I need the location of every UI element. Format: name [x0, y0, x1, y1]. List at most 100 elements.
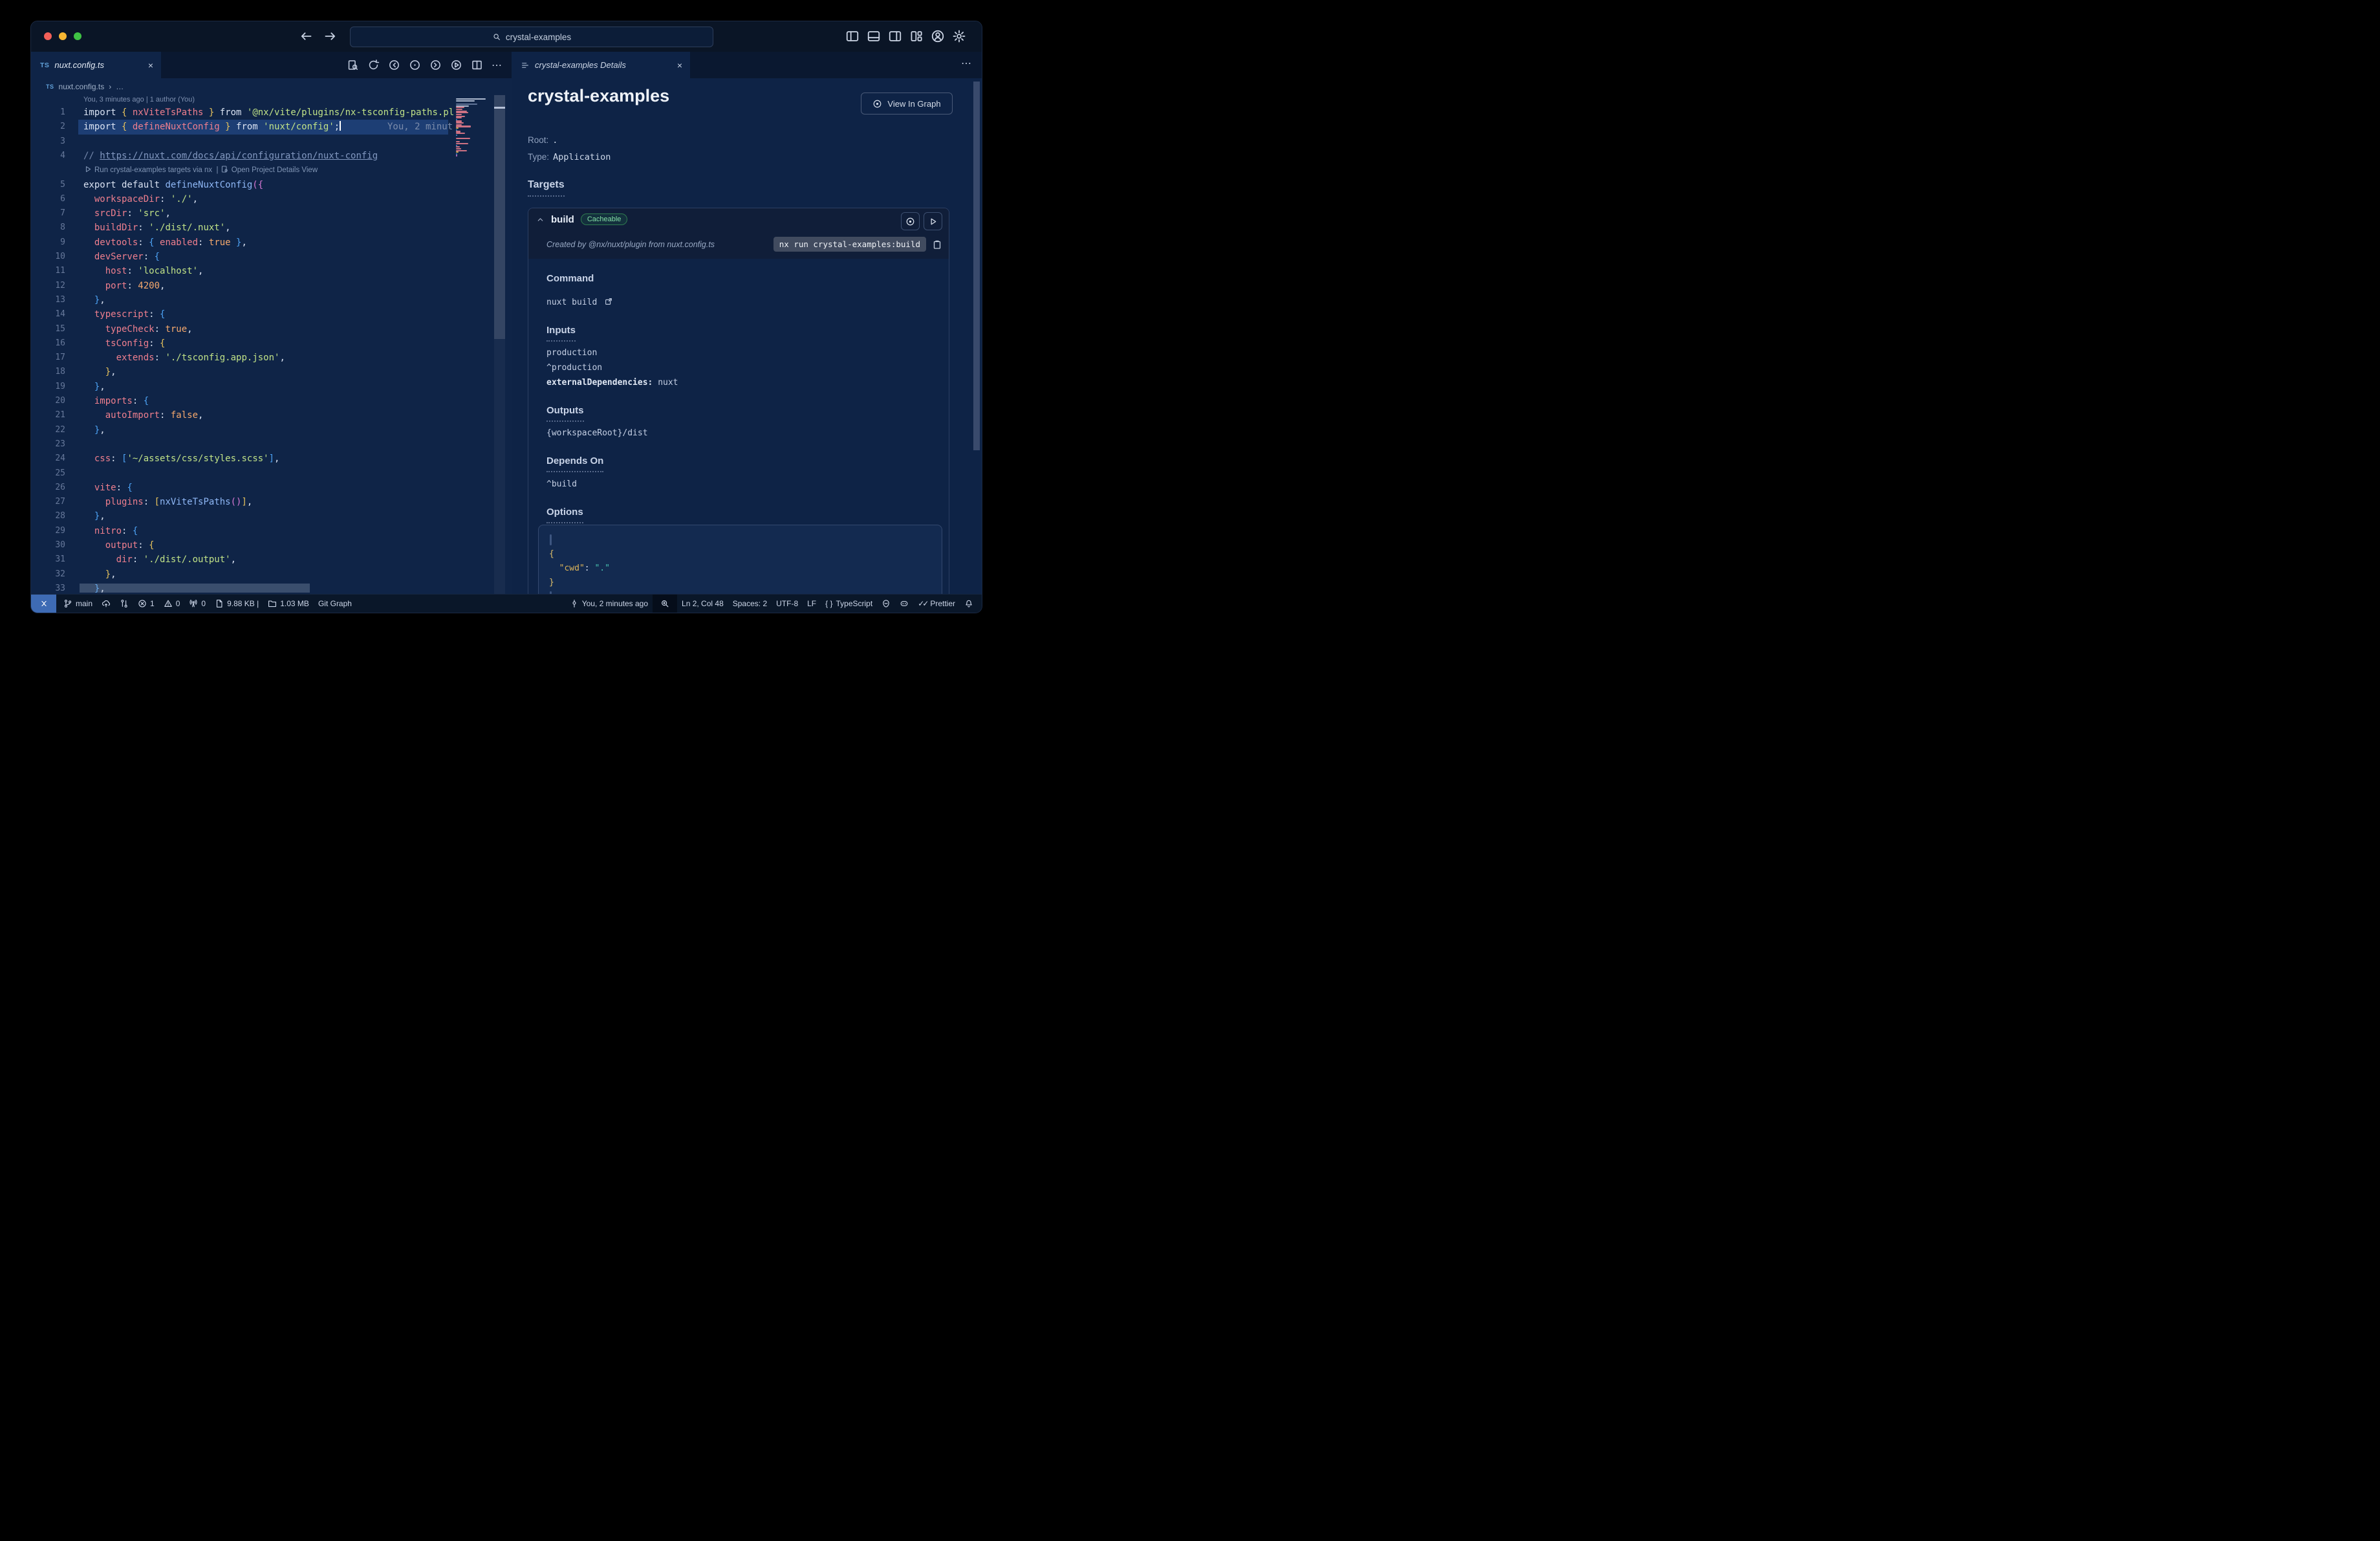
- status-compare[interactable]: [115, 595, 133, 613]
- code-line-29[interactable]: 29 nitro: {: [31, 524, 512, 538]
- status-indentation[interactable]: Spaces: 2: [728, 595, 772, 613]
- breadcrumb-more[interactable]: …: [116, 82, 124, 91]
- status-zoom[interactable]: [653, 595, 678, 613]
- code-line-26[interactable]: 26 vite: {: [31, 481, 512, 495]
- collapse-chevron-icon[interactable]: [536, 215, 545, 224]
- navigate-forward-icon[interactable]: [323, 29, 338, 43]
- code-line-2[interactable]: 2 import { defineNuxtConfig } from 'nuxt/…: [31, 120, 512, 135]
- status-branch[interactable]: main: [59, 595, 97, 613]
- navigate-back-icon[interactable]: [299, 29, 313, 43]
- run-target-button[interactable]: [924, 212, 942, 230]
- code-line-12[interactable]: 12 port: 4200,: [31, 279, 512, 293]
- status-git-graph[interactable]: Git Graph: [314, 595, 356, 613]
- status-prettier[interactable]: ✓✓ Prettier: [913, 595, 960, 613]
- copy-command-icon[interactable]: [932, 239, 942, 250]
- remote-indicator[interactable]: [31, 595, 56, 613]
- customize-layout-icon[interactable]: [909, 29, 924, 43]
- code-line-18[interactable]: 18 },: [31, 365, 512, 379]
- status-sync[interactable]: [97, 595, 115, 613]
- minimize-window-button[interactable]: [59, 32, 67, 40]
- code-line-32[interactable]: 32 },: [31, 567, 512, 582]
- code-line-28[interactable]: 28 },: [31, 509, 512, 523]
- open-changes-icon[interactable]: [347, 59, 359, 71]
- editor-horizontal-scrollbar[interactable]: [80, 584, 310, 593]
- split-editor-icon[interactable]: [471, 59, 483, 71]
- code-line-31[interactable]: 31 dir: './dist/.output',: [31, 552, 512, 567]
- tab-project-details[interactable]: crystal-examples Details ×: [512, 52, 690, 78]
- code-line-25[interactable]: 25: [31, 466, 512, 481]
- breadcrumb-file[interactable]: nuxt.config.ts: [59, 82, 105, 91]
- refresh-icon[interactable]: [367, 59, 380, 71]
- status-notifications[interactable]: [960, 595, 978, 613]
- code-line-9[interactable]: 9 devtools: { enabled: true },: [31, 235, 512, 250]
- code-line-8[interactable]: 8 buildDir: './dist/.nuxt',: [31, 221, 512, 235]
- editor-vertical-scrollbar[interactable]: [494, 95, 505, 594]
- code-line-13[interactable]: 13 },: [31, 293, 512, 307]
- codelens-row[interactable]: Run crystal-examples targets via nx | Op…: [31, 163, 512, 177]
- code-line-10[interactable]: 10 devServer: {: [31, 250, 512, 264]
- codelens-open-details-link[interactable]: Open Project Details View: [232, 166, 318, 174]
- code-line-17[interactable]: 17 extends: './tsconfig.app.json',: [31, 351, 512, 365]
- view-in-graph-button[interactable]: View In Graph: [861, 93, 953, 115]
- status-errors[interactable]: 1: [133, 595, 159, 613]
- tab-close-icon[interactable]: ×: [148, 60, 153, 71]
- code-line-4[interactable]: 4// https://nuxt.com/docs/api/configurat…: [31, 149, 512, 163]
- code-line-23[interactable]: 23: [31, 437, 512, 452]
- code-line-19[interactable]: 19 },: [31, 380, 512, 394]
- code-line-1[interactable]: 1 import { nxViteTsPaths } from '@nx/vite…: [31, 105, 512, 120]
- close-window-button[interactable]: [44, 32, 52, 40]
- target-card-header[interactable]: build Cacheable Created by @nx/nuxt/plug…: [528, 208, 949, 259]
- code-line-22[interactable]: 22 },: [31, 423, 512, 437]
- code-line-14[interactable]: 14 typescript: {: [31, 307, 512, 322]
- status-language[interactable]: { } TypeScript: [821, 595, 877, 613]
- code-line-24[interactable]: 24 css: ['~/assets/css/styles.scss'],: [31, 452, 512, 466]
- status-encoding[interactable]: UTF-8: [772, 595, 803, 613]
- status-ports[interactable]: 0: [184, 595, 210, 613]
- code-line-3[interactable]: 3: [31, 135, 512, 149]
- command-center-search[interactable]: crystal-examples: [350, 27, 713, 47]
- minimap[interactable]: [453, 95, 493, 594]
- scrollbar-thumb[interactable]: [494, 95, 505, 339]
- tab-nuxt-config[interactable]: TS nuxt.config.ts ×: [31, 52, 161, 78]
- code-line-15[interactable]: 15 typeCheck: true,: [31, 322, 512, 336]
- breadcrumb[interactable]: TS nuxt.config.ts › …: [31, 78, 512, 95]
- settings-gear-icon[interactable]: [952, 29, 966, 43]
- code-line-30[interactable]: 30 output: {: [31, 538, 512, 552]
- status-folder-size[interactable]: 1.03 MB: [263, 595, 314, 613]
- options-json-box[interactable]: { "cwd": "." }: [538, 525, 942, 594]
- more-actions-icon[interactable]: ⋯: [492, 59, 503, 72]
- status-gitlens[interactable]: [877, 595, 895, 613]
- code-line-20[interactable]: 20 imports: {: [31, 394, 512, 408]
- code-line-11[interactable]: 11 host: 'localhost',: [31, 264, 512, 278]
- panel-scrollbar-thumb[interactable]: [973, 82, 980, 450]
- command-value[interactable]: nuxt build: [546, 296, 613, 308]
- account-icon[interactable]: [931, 29, 945, 43]
- code-line-16[interactable]: 16 tsConfig: {: [31, 336, 512, 351]
- code-editor[interactable]: You, 3 minutes ago | 1 author (You) 1 imp…: [31, 95, 512, 594]
- external-link-icon[interactable]: [604, 297, 613, 306]
- code-line-6[interactable]: 6 workspaceDir: './',: [31, 192, 512, 206]
- status-copilot[interactable]: [895, 595, 913, 613]
- status-eol[interactable]: LF: [803, 595, 821, 613]
- toggle-secondary-sidebar-icon[interactable]: [888, 29, 902, 43]
- nav-forward-circle-icon[interactable]: [429, 59, 442, 71]
- code-line-27[interactable]: 27 plugins: [nxViteTsPaths()],: [31, 495, 512, 509]
- status-warnings[interactable]: 0: [159, 595, 185, 613]
- toggle-panel-icon[interactable]: [867, 29, 881, 43]
- codelens-run-link[interactable]: Run crystal-examples targets via nx: [94, 166, 212, 174]
- nav-location-circle-icon[interactable]: [409, 59, 421, 71]
- panel-more-actions-icon[interactable]: ⋯: [961, 57, 971, 70]
- toggle-primary-sidebar-icon[interactable]: [845, 29, 860, 43]
- run-command-chip[interactable]: nx run crystal-examples:build: [773, 237, 926, 252]
- code-line-7[interactable]: 7 srcDir: 'src',: [31, 206, 512, 221]
- nav-back-circle-icon[interactable]: [388, 59, 400, 71]
- code-line-5[interactable]: 5 export default defineNuxtConfig({: [31, 178, 512, 192]
- status-file-size[interactable]: 9.88 KB |: [210, 595, 263, 613]
- tab-close-icon[interactable]: ×: [677, 60, 682, 71]
- maximize-window-button[interactable]: [74, 32, 81, 40]
- status-cursor-position[interactable]: Ln 2, Col 48: [677, 595, 728, 613]
- code-line-21[interactable]: 21 autoImport: false,: [31, 408, 512, 422]
- view-target-in-graph-button[interactable]: [901, 212, 920, 230]
- run-file-icon[interactable]: [450, 59, 462, 71]
- status-blame[interactable]: You, 2 minutes ago: [565, 595, 653, 613]
